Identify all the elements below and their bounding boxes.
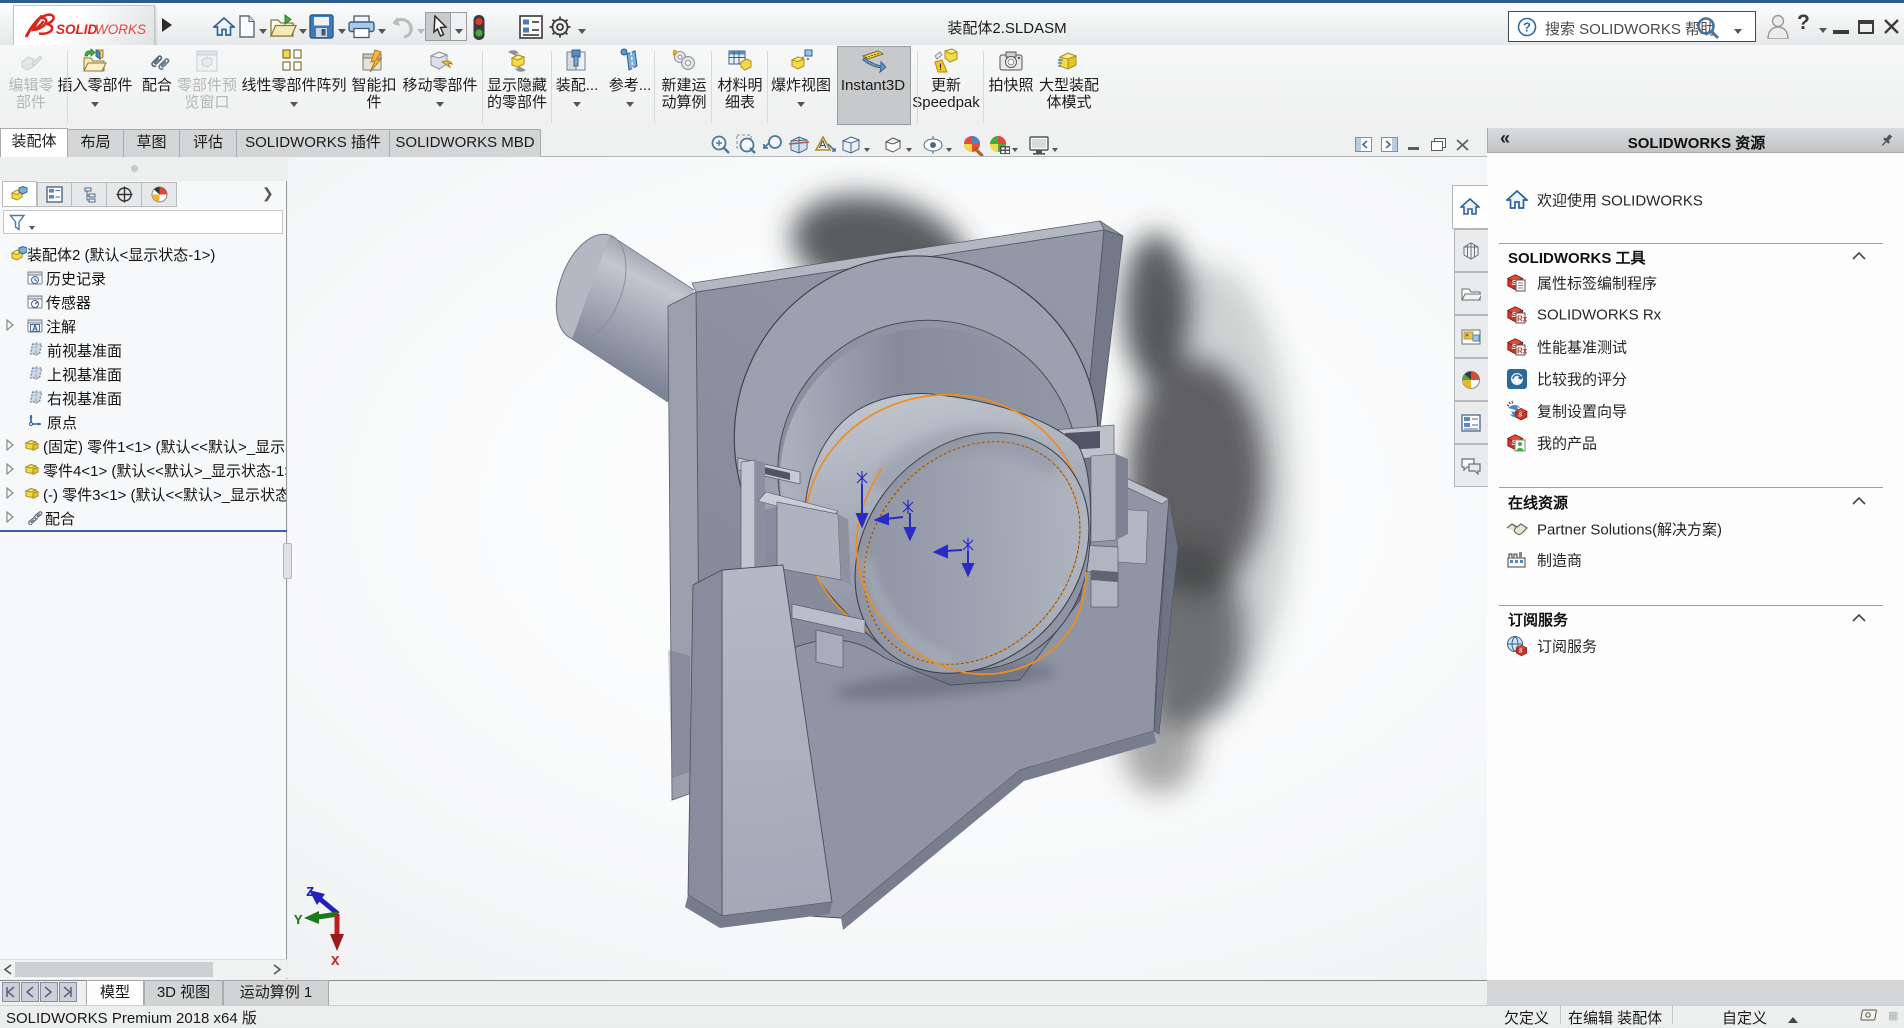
svg-text:Rx: Rx xyxy=(1517,315,1528,324)
svg-text:A: A xyxy=(32,324,38,333)
svg-text:S: S xyxy=(1518,412,1522,418)
svg-text:SOLID: SOLID xyxy=(56,22,98,37)
svg-text:A: A xyxy=(819,139,827,151)
svg-text:Z: Z xyxy=(306,885,314,901)
svg-text:?: ? xyxy=(1523,20,1531,35)
svg-text:WORKS: WORKS xyxy=(95,22,146,37)
svg-text:Rx: Rx xyxy=(1517,347,1528,356)
svg-text:S: S xyxy=(1519,648,1523,654)
svg-text:X: X xyxy=(331,954,340,970)
svg-text:Y: Y xyxy=(294,913,303,929)
svg-text:!: ! xyxy=(939,62,942,72)
